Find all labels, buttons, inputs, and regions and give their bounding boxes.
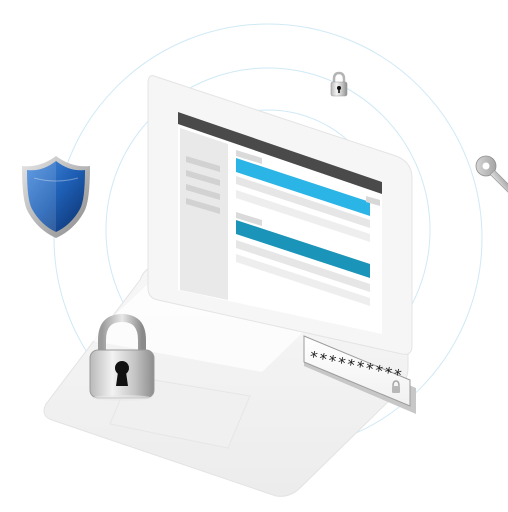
shield-icon — [22, 156, 90, 238]
security-illustration: ********** — [0, 0, 508, 512]
screen-sidebar — [180, 128, 228, 300]
illustration-canvas: ********** — [22, 23, 508, 497]
padlock-small-icon — [330, 71, 348, 97]
